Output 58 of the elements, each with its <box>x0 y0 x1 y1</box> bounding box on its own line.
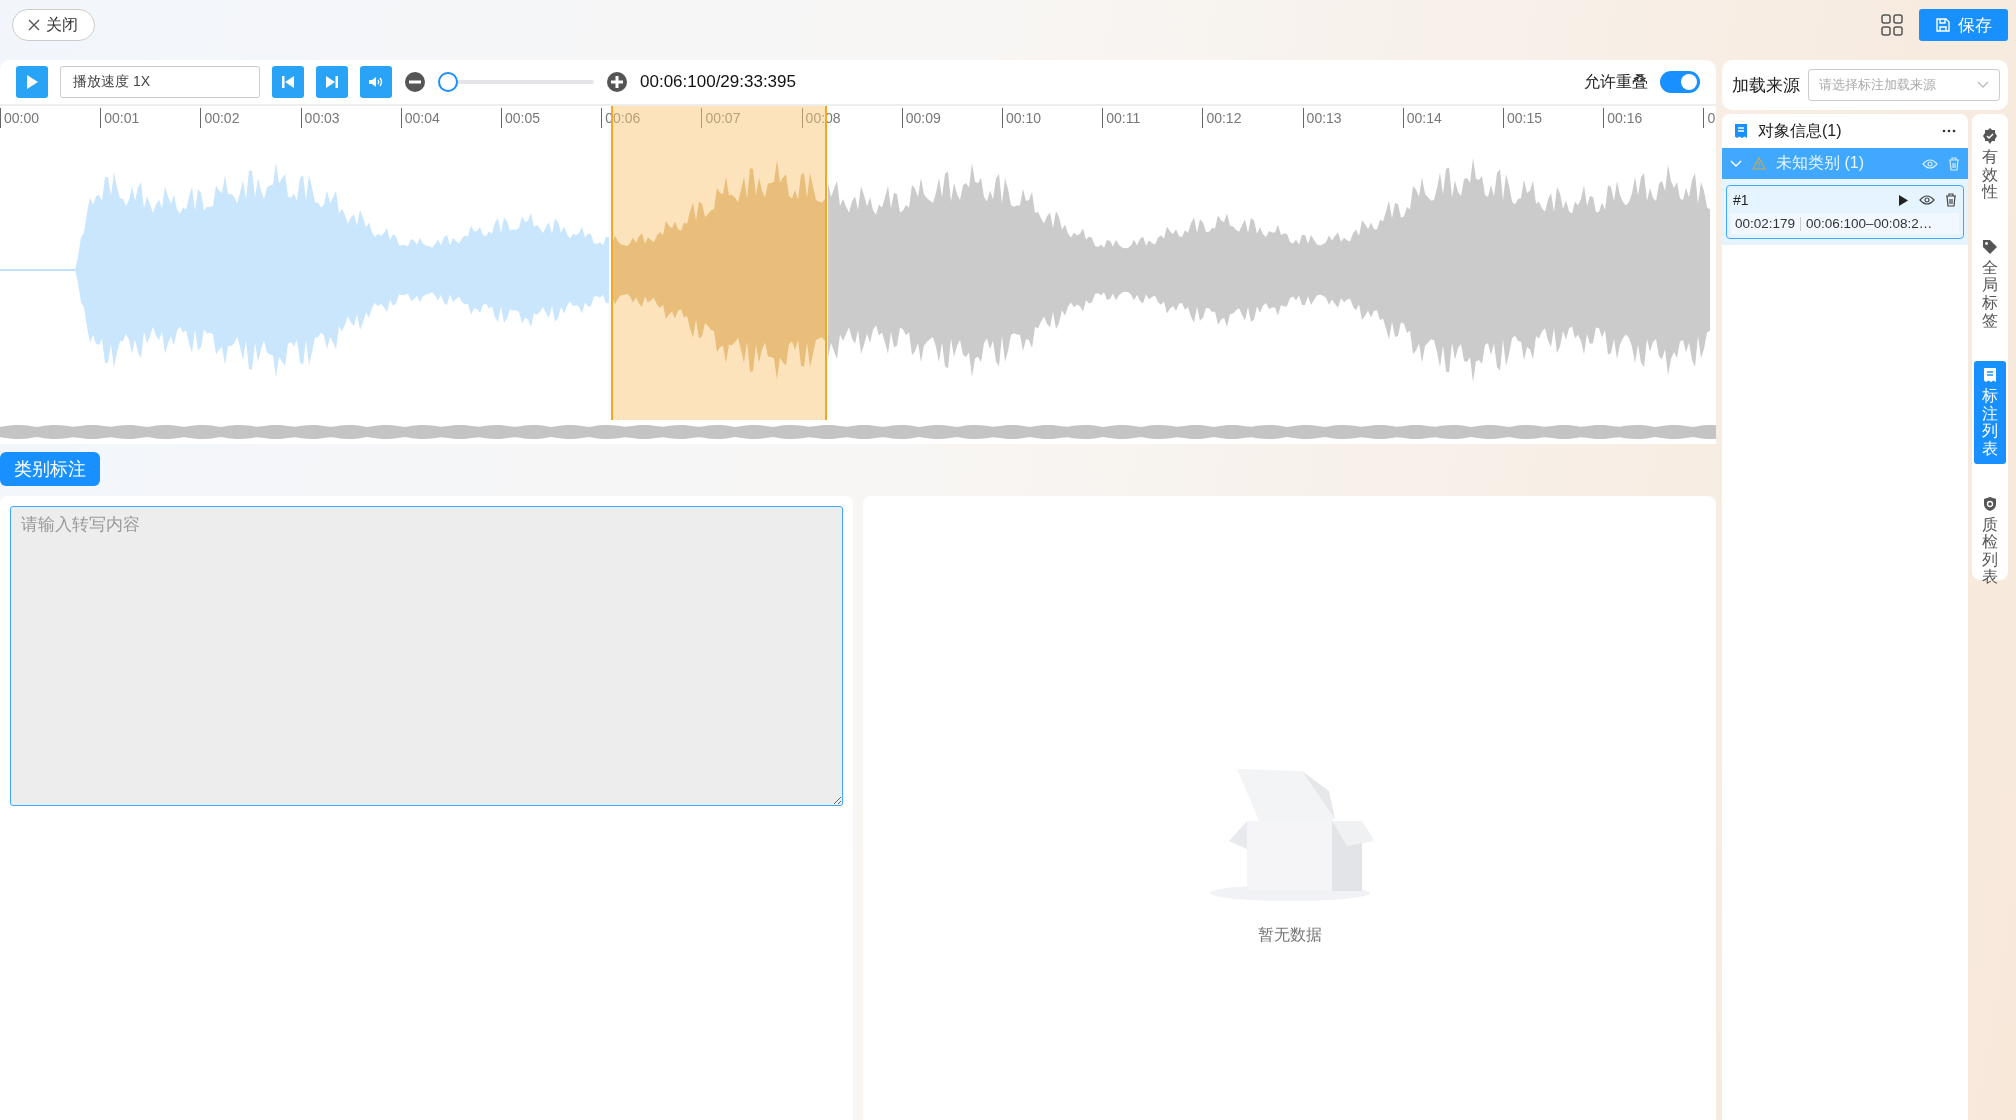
next-button[interactable] <box>316 66 348 98</box>
category-label: 未知类别 (1) <box>1776 153 1864 173</box>
time-tick: 00:16 <box>1603 108 1643 128</box>
time-tick: 00:02 <box>200 108 240 128</box>
speaker-icon <box>368 75 384 89</box>
play-icon <box>25 74 39 90</box>
time-display: 00:06:100/29:33:395 <box>640 72 796 92</box>
close-icon <box>27 18 41 32</box>
time-tick: 00:00 <box>0 108 40 128</box>
eye-icon[interactable] <box>1919 195 1935 205</box>
item-id: #1 <box>1733 192 1749 208</box>
speed-field[interactable]: 播放速度 1X <box>60 66 260 98</box>
time-tick: 00:12 <box>1202 108 1242 128</box>
time-tick: 00:11 <box>1102 108 1141 128</box>
grid-icon[interactable] <box>1881 14 1903 36</box>
receipt-icon <box>1983 367 1997 384</box>
more-icon[interactable] <box>1942 129 1956 133</box>
object-info-title: 对象信息(1) <box>1758 120 1843 141</box>
time-tick: 0 <box>1703 108 1716 128</box>
overlap-toggle[interactable] <box>1660 71 1700 93</box>
time-tick: 00:03 <box>300 108 340 128</box>
time-tick: 00:15 <box>1503 108 1543 128</box>
time-tick: 00:09 <box>901 108 941 128</box>
zoom-slider[interactable] <box>438 72 594 92</box>
trash-icon[interactable] <box>1945 193 1957 207</box>
time-tick: 00:14 <box>1402 108 1442 128</box>
transcript-field[interactable]: 请输入转写内容 <box>10 506 843 806</box>
side-tab[interactable]: 质检列表 <box>1974 489 2006 592</box>
side-tab[interactable]: 有效性 <box>1974 122 2006 207</box>
save-icon <box>1935 17 1951 33</box>
chevron-down-icon <box>1977 81 1989 89</box>
close-button[interactable]: 关闭 <box>12 9 95 41</box>
volume-button[interactable] <box>360 66 392 98</box>
play-icon[interactable] <box>1898 193 1909 207</box>
play-button[interactable] <box>16 66 48 98</box>
overlap-label: 允许重叠 <box>1584 71 1648 92</box>
zoom-in-icon[interactable] <box>606 71 628 93</box>
time-tick: 00:05 <box>501 108 541 128</box>
empty-state-text: 暂无数据 <box>1257 924 1322 945</box>
skip-forward-icon <box>325 75 339 89</box>
time-tick: 00:07 <box>701 108 741 128</box>
time-tick: 00:01 <box>100 108 140 128</box>
item-range: 00:06:100–00:08:2… <box>1806 216 1933 231</box>
warning-icon <box>1752 157 1766 170</box>
annotation-item[interactable]: #1 00:02:179 00:06:100–00:08:2… <box>1726 185 1964 239</box>
shield-icon <box>1983 495 1997 512</box>
tag-icon <box>1982 238 1998 255</box>
badge-check-icon <box>1982 128 1998 144</box>
zoom-out-icon[interactable] <box>404 71 426 93</box>
previous-button[interactable] <box>272 66 304 98</box>
skip-back-icon <box>281 75 295 89</box>
side-tab[interactable]: 全局标签 <box>1974 232 2006 336</box>
time-tick: 00:13 <box>1302 108 1342 128</box>
time-tick: 00:10 <box>1002 108 1042 128</box>
source-label: 加载来源 <box>1732 74 1800 97</box>
time-tick: 00:04 <box>400 108 440 128</box>
receipt-icon <box>1734 123 1748 139</box>
item-duration: 00:02:179 <box>1735 216 1796 231</box>
